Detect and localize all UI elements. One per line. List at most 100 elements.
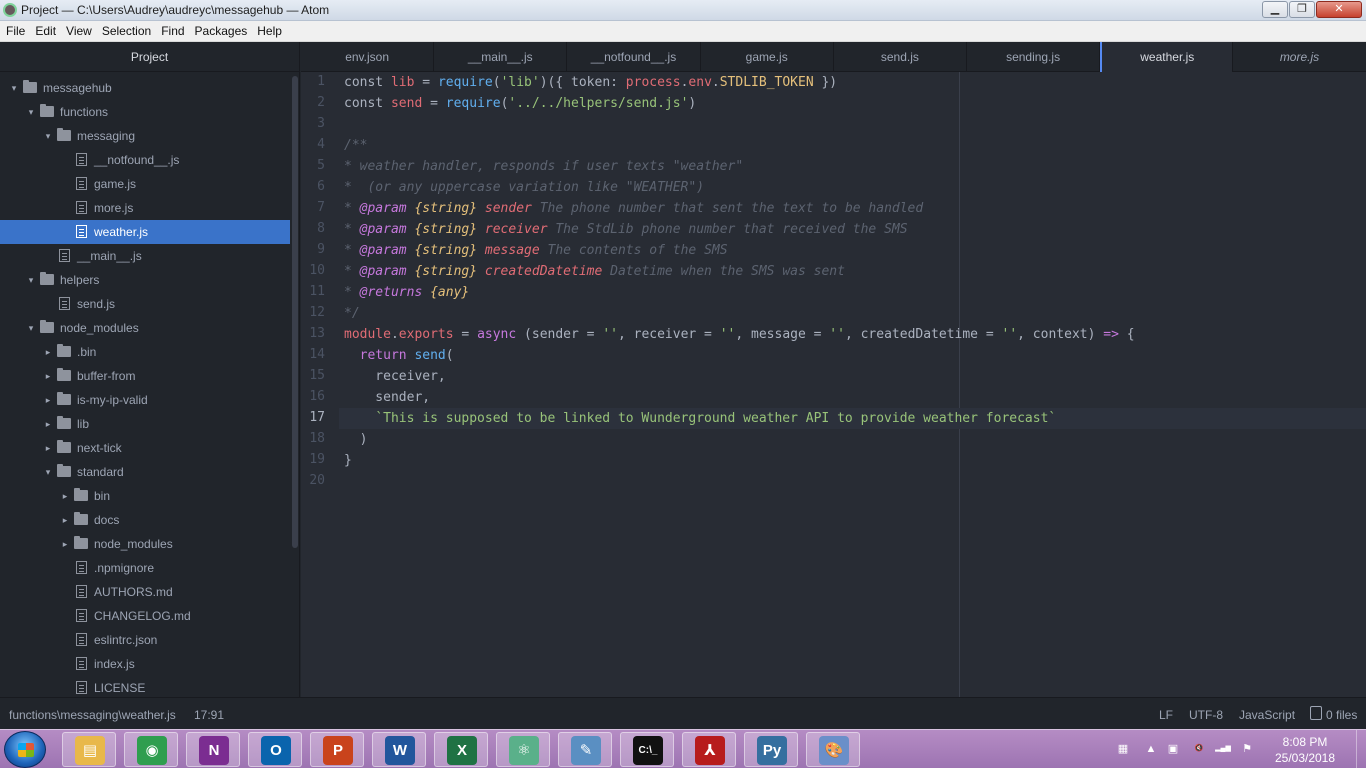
status-line-ending[interactable]: LF [1159,708,1173,722]
tree-file[interactable]: weather.js [0,220,290,244]
tree-folder[interactable]: ▸ is-my-ip-valid [0,388,290,412]
tree-file[interactable]: index.js [0,652,290,676]
chevron-right-icon[interactable]: ▸ [59,484,71,508]
chevron-down-icon[interactable]: ▾ [25,316,37,340]
tree-folder[interactable]: ▾ standard [0,460,290,484]
chevron-right-icon[interactable]: ▸ [42,412,54,436]
menu-help[interactable]: Help [252,21,287,41]
signal-icon[interactable]: ▂▄▆ [1214,742,1232,756]
menu-view[interactable]: View [61,21,97,41]
code-line: */ [344,303,360,324]
tree-file[interactable]: LICENSE [0,676,290,697]
taskbar-excel-button[interactable]: X [434,732,488,767]
status-cursor-position[interactable]: 17:91 [194,708,224,722]
tree-folder[interactable]: ▸ node_modules [0,532,290,556]
tree-folder[interactable]: ▸ next-tick [0,436,290,460]
folder-icon [74,488,88,501]
tree-file[interactable]: CHANGELOG.md [0,604,290,628]
tree-file[interactable]: eslintrc.json [0,628,290,652]
tree-file[interactable]: game.js [0,172,290,196]
chevron-right-icon[interactable]: ▸ [59,508,71,532]
menu-file[interactable]: File [0,21,30,41]
network-adapter-icon[interactable]: ▣ [1166,742,1180,756]
minimize-button[interactable]: ▁ [1262,1,1288,18]
chevron-down-icon[interactable]: ▾ [8,76,20,100]
taskbar-file-explorer-button[interactable]: ▤ [62,732,116,767]
chevron-right-icon[interactable]: ▸ [42,340,54,364]
tree-folder[interactable]: ▸ buffer-from [0,364,290,388]
volume-muted-icon[interactable]: 🔇 [1190,742,1208,756]
tree-file[interactable]: __main__.js [0,244,290,268]
tree-file[interactable]: send.js [0,292,290,316]
menu-edit[interactable]: Edit [30,21,61,41]
text-editor[interactable]: 1 2 3 4 5 6 7 8 9 10 11 12 13 14 15 16 17 18 19 20 const lib… [301,72,1366,697]
status-file-path[interactable]: functions\messaging\weather.js [9,708,176,722]
taskbar-clock[interactable]: 8:08 PM 25/03/2018 [1264,734,1346,766]
taskbar-atom-button[interactable]: ⚛ [496,732,550,767]
code-token: . [711,75,720,90]
code-token: The phone number that sent the text to b… [531,201,924,216]
taskbar-outlook-button[interactable]: O [248,732,302,767]
editor-tab[interactable]: __main__.js [434,42,568,72]
editor-tab[interactable]: sending.js [967,42,1101,72]
tree-folder[interactable]: ▸ docs [0,508,290,532]
editor-tab[interactable]: game.js [701,42,834,72]
tree-folder[interactable]: ▸ .bin [0,340,290,364]
start-button[interactable] [4,731,46,768]
editor-tab[interactable]: send.js [834,42,967,72]
tree-file[interactable]: __notfound__.js [0,148,290,172]
chevron-down-icon[interactable]: ▾ [25,268,37,292]
taskbar-cmd-button[interactable]: C:\_ [620,732,674,767]
taskbar-python-button[interactable]: Py [744,732,798,767]
menu-packages[interactable]: Packages [190,21,253,41]
tree-scrollbar[interactable] [292,76,298,548]
status-git-files[interactable]: 0 files [1326,708,1357,722]
code-token: )({ token: [539,75,626,90]
status-grammar[interactable]: JavaScript [1239,708,1295,722]
taskbar-notepad-button[interactable]: ✎ [558,732,612,767]
action-center-flag-icon[interactable]: ⚑ [1240,742,1254,756]
menu-find[interactable]: Find [156,21,189,41]
tree-folder[interactable]: ▾ messaging [0,124,290,148]
line-number: 9 [317,242,325,257]
show-hidden-icons-icon[interactable]: ▲ [1144,742,1158,756]
taskbar-onenote-button[interactable]: N [186,732,240,767]
tree-file[interactable]: AUTHORS.md [0,580,290,604]
taskbar-word-button[interactable]: W [372,732,426,767]
tree-file[interactable]: more.js [0,196,290,220]
atom-icon: ⚛ [509,736,539,765]
editor-tab[interactable]: weather.js [1100,42,1234,73]
chevron-right-icon[interactable]: ▸ [42,388,54,412]
chevron-right-icon[interactable]: ▸ [42,436,54,460]
chevron-right-icon[interactable]: ▸ [59,532,71,556]
chevron-down-icon[interactable]: ▾ [25,100,37,124]
tree-folder[interactable]: ▸ bin [0,484,290,508]
tree-file[interactable]: .npmignore [0,556,290,580]
tree-item-label: game.js [94,177,137,191]
line-number-gutter[interactable]: 1 2 3 4 5 6 7 8 9 10 11 12 13 14 15 16 17 18 19 20 [301,72,339,697]
tree-folder[interactable]: ▾ messagehub [0,76,290,100]
tree-folder[interactable]: ▾ helpers [0,268,290,292]
chevron-right-icon[interactable]: ▸ [42,364,54,388]
editor-tab[interactable]: env.json [301,42,435,72]
folder-icon [57,368,71,381]
tree-folder[interactable]: ▸ lib [0,412,290,436]
taskbar-powerpoint-button[interactable]: P [310,732,364,767]
line-number: 18 [309,431,325,446]
chevron-down-icon[interactable]: ▾ [42,460,54,484]
show-desktop-button[interactable] [1356,730,1366,768]
code-token: * [344,222,360,237]
taskbar-paint-button[interactable]: 🎨 [806,732,860,767]
status-encoding[interactable]: UTF-8 [1189,708,1223,722]
tree-folder[interactable]: ▾ node_modules [0,316,290,340]
tree-folder[interactable]: ▾ functions [0,100,290,124]
taskbar-acrobat-button[interactable]: ⅄ [682,732,736,767]
editor-tab[interactable]: more.js [1233,42,1366,72]
taskbar-chrome-button[interactable]: ◉ [124,732,178,767]
menu-selection[interactable]: Selection [97,21,156,41]
keyboard-icon[interactable]: ▦ [1116,742,1130,756]
close-button[interactable]: ✕ [1316,1,1362,18]
chevron-down-icon[interactable]: ▾ [42,124,54,148]
editor-tab[interactable]: __notfound__.js [567,42,701,72]
maximize-button[interactable]: ❐ [1289,1,1315,18]
